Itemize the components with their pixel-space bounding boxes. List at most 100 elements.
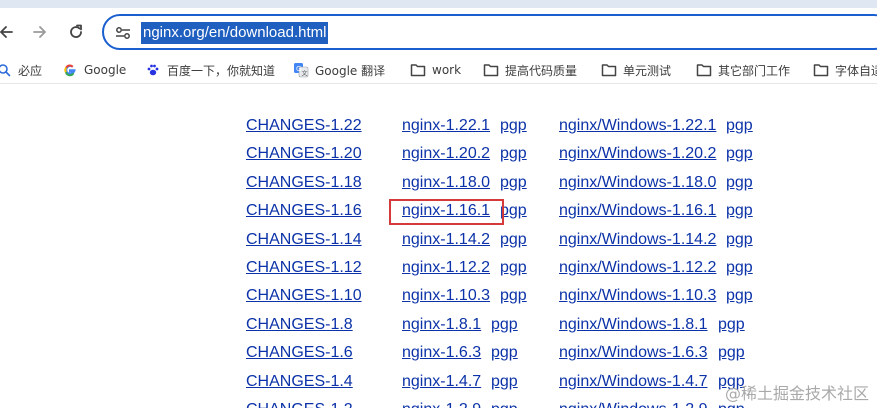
google-translate-icon: G 文 xyxy=(293,62,309,78)
source-pgp-link[interactable]: pgp xyxy=(491,341,518,365)
windows-download-link[interactable]: nginx/Windows-1.4.7 xyxy=(559,370,708,394)
windows-download-link[interactable]: nginx/Windows-1.10.3 xyxy=(559,284,716,308)
changes-link[interactable]: CHANGES-1.16 xyxy=(246,199,362,223)
changes-link[interactable]: CHANGES-1.8 xyxy=(246,313,353,337)
changes-link[interactable]: CHANGES-1.6 xyxy=(246,341,353,365)
page-content: CHANGES-1.22 nginx-1.22.1 pgp nginx/Windows… xyxy=(0,85,877,408)
windows-download-link[interactable]: nginx/Windows-1.20.2 xyxy=(559,142,716,166)
source-pgp-link[interactable]: pgp xyxy=(500,284,527,308)
bookmark-folder-work[interactable]: work xyxy=(410,60,461,80)
windows-download-link[interactable]: nginx/Windows-1.14.2 xyxy=(559,228,716,252)
source-download-link[interactable]: nginx-1.4.7 xyxy=(402,370,481,394)
source-pgp-link[interactable]: pgp xyxy=(500,142,527,166)
changes-link[interactable]: CHANGES-1.18 xyxy=(246,171,362,195)
windows-pgp-link[interactable]: pgp xyxy=(726,142,753,166)
bookmark-label: Google xyxy=(84,63,127,77)
download-row: CHANGES-1.8 nginx-1.8.1 pgp nginx/Windows-1… xyxy=(0,313,877,337)
source-pgp-link[interactable]: pgp xyxy=(500,256,527,280)
source-pgp-link[interactable]: pgp xyxy=(500,114,527,138)
bookmark-label: work xyxy=(432,63,462,77)
windows-download-link[interactable]: nginx/Windows-1.2.9 xyxy=(559,398,708,408)
source-pgp-link[interactable]: pgp xyxy=(500,199,527,223)
windows-pgp-link[interactable]: pgp xyxy=(726,171,753,195)
bookmark-label: 字体自适 xyxy=(835,63,877,78)
folder-icon xyxy=(483,62,499,78)
download-row: CHANGES-1.16 nginx-1.16.1 pgp nginx/Windows… xyxy=(0,199,877,226)
windows-pgp-link[interactable]: pgp xyxy=(726,228,753,252)
bookmark-label: 提高代码质量 xyxy=(505,63,578,78)
google-icon xyxy=(62,62,78,78)
bookmark-google[interactable]: Google xyxy=(62,60,126,80)
address-bar[interactable]: nginx.org/en/download.html xyxy=(102,14,877,50)
windows-pgp-link[interactable]: pgp xyxy=(726,114,753,138)
bookmark-baidu[interactable]: 百度一下，你就知道 xyxy=(145,60,275,80)
changes-link[interactable]: CHANGES-1.12 xyxy=(246,256,362,280)
reload-button[interactable] xyxy=(62,18,90,46)
bookmark-label: 百度一下，你就知道 xyxy=(167,63,276,78)
url-text[interactable]: nginx.org/en/download.html xyxy=(141,22,329,44)
download-row: CHANGES-1.22 nginx-1.22.1 pgp nginx/Windows… xyxy=(0,114,877,138)
bing-search-icon xyxy=(0,62,12,78)
source-pgp-link[interactable]: pgp xyxy=(491,398,518,408)
bookmarks-bar: 必应 Google 百度一下，你就知道 G 文 Google 翻译 work 提… xyxy=(0,56,877,84)
windows-download-link[interactable]: nginx/Windows-1.8.1 xyxy=(559,313,708,337)
windows-download-link[interactable]: nginx/Windows-1.16.1 xyxy=(559,199,716,223)
source-pgp-link[interactable]: pgp xyxy=(500,171,527,195)
windows-pgp-link[interactable]: pgp xyxy=(726,256,753,280)
tab-strip xyxy=(0,0,877,8)
changes-link[interactable]: CHANGES-1.10 xyxy=(246,284,362,308)
site-settings-icon[interactable] xyxy=(114,24,132,42)
folder-icon xyxy=(410,62,426,78)
svg-text:文: 文 xyxy=(302,70,308,78)
source-download-link[interactable]: nginx-1.2.9 xyxy=(402,398,481,408)
windows-pgp-link[interactable]: pgp xyxy=(726,199,753,223)
forward-arrow-icon xyxy=(33,26,46,38)
windows-pgp-link[interactable]: pgp xyxy=(726,284,753,308)
highlight-box xyxy=(389,199,504,226)
bookmark-label: 必应 xyxy=(18,63,43,78)
back-arrow-icon xyxy=(0,26,13,38)
folder-icon xyxy=(601,62,617,78)
windows-pgp-link[interactable]: pgp xyxy=(718,313,745,337)
source-pgp-link[interactable]: pgp xyxy=(500,228,527,252)
download-row: CHANGES-1.10 nginx-1.10.3 pgp nginx/Windows… xyxy=(0,284,877,308)
bookmark-folder-font[interactable]: 字体自适 xyxy=(813,60,877,80)
bookmark-folder-other-dept[interactable]: 其它部门工作 xyxy=(696,60,790,80)
source-download-link[interactable]: nginx-1.18.0 xyxy=(402,171,490,195)
forward-button[interactable] xyxy=(26,18,54,46)
source-download-link[interactable]: nginx-1.10.3 xyxy=(402,284,490,308)
windows-download-link[interactable]: nginx/Windows-1.6.3 xyxy=(559,341,708,365)
download-row: CHANGES-1.18 nginx-1.18.0 pgp nginx/Windows… xyxy=(0,171,877,195)
windows-download-link[interactable]: nginx/Windows-1.12.2 xyxy=(559,256,716,280)
baidu-paw-icon xyxy=(145,62,161,78)
bookmark-bing[interactable]: 必应 xyxy=(0,60,42,80)
bookmark-label: 其它部门工作 xyxy=(718,63,791,78)
changes-link[interactable]: CHANGES-1.14 xyxy=(246,228,362,252)
bookmark-folder-unit-test[interactable]: 单元测试 xyxy=(601,60,671,80)
source-download-link[interactable]: nginx-1.22.1 xyxy=(402,114,490,138)
folder-icon xyxy=(813,62,829,78)
source-download-link[interactable]: nginx-1.8.1 xyxy=(402,313,481,337)
back-button[interactable] xyxy=(0,18,20,46)
source-download-link[interactable]: nginx-1.14.2 xyxy=(402,228,490,252)
changes-link[interactable]: CHANGES-1.20 xyxy=(246,142,362,166)
changes-link[interactable]: CHANGES-1.4 xyxy=(246,370,353,394)
source-pgp-link[interactable]: pgp xyxy=(491,313,518,337)
download-row: CHANGES-1.6 nginx-1.6.3 pgp nginx/Windows-1… xyxy=(0,341,877,365)
changes-link[interactable]: CHANGES-1.22 xyxy=(246,114,362,138)
source-download-link[interactable]: nginx-1.20.2 xyxy=(402,142,490,166)
windows-download-link[interactable]: nginx/Windows-1.18.0 xyxy=(559,171,716,195)
windows-download-link[interactable]: nginx/Windows-1.22.1 xyxy=(559,114,716,138)
download-row: CHANGES-1.20 nginx-1.20.2 pgp nginx/Windows… xyxy=(0,142,877,166)
download-row: CHANGES-1.12 nginx-1.12.2 pgp nginx/Windows… xyxy=(0,256,877,280)
bookmark-google-translate[interactable]: G 文 Google 翻译 xyxy=(293,60,385,80)
source-download-link[interactable]: nginx-1.12.2 xyxy=(402,256,490,280)
folder-icon xyxy=(696,62,712,78)
bookmark-folder-code-quality[interactable]: 提高代码质量 xyxy=(483,60,577,80)
source-pgp-link[interactable]: pgp xyxy=(491,370,518,394)
windows-pgp-link[interactable]: pgp xyxy=(718,341,745,365)
reload-icon xyxy=(70,24,82,38)
bookmark-label: 单元测试 xyxy=(623,63,672,78)
source-download-link[interactable]: nginx-1.6.3 xyxy=(402,341,481,365)
changes-link[interactable]: CHANGES-1.2 xyxy=(246,398,353,408)
